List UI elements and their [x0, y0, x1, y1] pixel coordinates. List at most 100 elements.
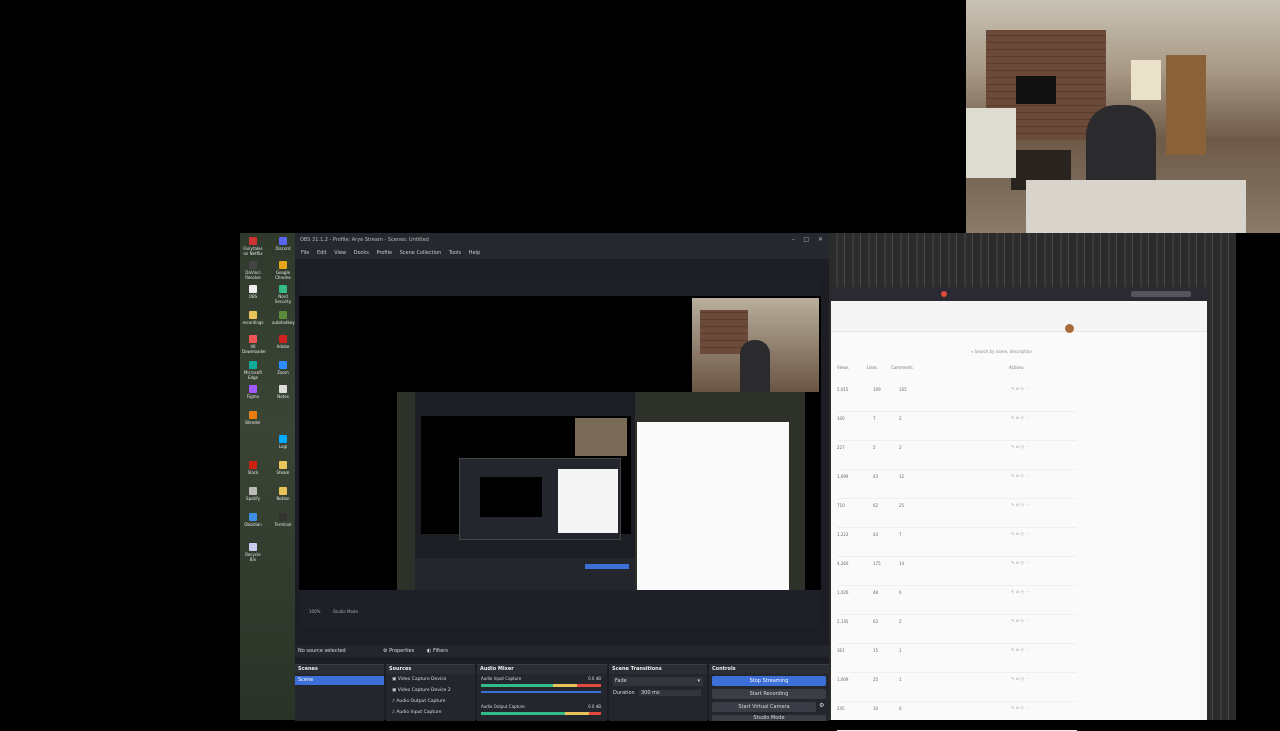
desktop-icon[interactable]: Notes	[272, 385, 294, 399]
table-row[interactable]: 245 10 0 ✎ ⊘ ◷ ⋯	[837, 702, 1077, 731]
menu-edit[interactable]: Edit	[317, 250, 327, 256]
duration-input[interactable]: 300 ms	[639, 690, 701, 696]
scene-transitions-dock: Scene Transitions Fade ▾ Duration 300 ms	[609, 664, 707, 721]
desktop-icons: Fairytales on Netflix Discord DaVinci Re…	[240, 233, 296, 720]
desktop-icon[interactable]: Figma	[242, 385, 264, 399]
scene-item[interactable]: Scene	[295, 676, 384, 685]
app-icon	[249, 411, 257, 419]
menu-help[interactable]: Help	[469, 250, 480, 256]
menu-scene-collection[interactable]: Scene Collection	[400, 250, 442, 256]
search-input[interactable]: ⌕ Search by name, description	[971, 349, 1091, 357]
table-cell: 1	[899, 648, 902, 653]
table-row[interactable]: 2,145 63 2 ✎ ⊘ ◷ ⋯	[837, 615, 1077, 644]
menu-profile[interactable]: Profile	[376, 250, 392, 256]
transition-select[interactable]: Fade ▾	[613, 677, 703, 686]
start-virtual-camera-button[interactable]: Start Virtual Camera	[712, 702, 816, 712]
row-actions[interactable]: ✎ ⊘ ◷ ⋯	[1011, 560, 1029, 565]
obs-preview[interactable]: 100% Studio Mode	[299, 278, 821, 628]
record-icon[interactable]	[941, 291, 947, 297]
menu-view[interactable]: View	[334, 250, 346, 256]
studio-mode-button[interactable]: Studio Mode	[712, 715, 826, 721]
table-row[interactable]: 100 7 2 ✎ ⊘ ◷ ⋯	[837, 412, 1077, 441]
row-actions[interactable]: ✎ ⊘ ◷ ⋯	[1011, 386, 1029, 391]
folder-icon	[279, 487, 287, 495]
table-row[interactable]: 1,223 43 7 ✎ ⊘ ◷ ⋯	[837, 528, 1077, 557]
desktop-icon[interactable]: Terminal	[272, 513, 294, 527]
table-row[interactable]: 361 15 1 ✎ ⊘ ◷ ⋯	[837, 644, 1077, 673]
source-item[interactable]: ♪ Audio Input Capture	[392, 707, 475, 718]
filters-button[interactable]: ◐ Filters	[427, 645, 448, 657]
table-row[interactable]: 1,026 48 6 ✎ ⊘ ◷ ⋯	[837, 586, 1077, 615]
table-row[interactable]: 5,015 109 105 ✎ ⊘ ◷ ⋯	[837, 383, 1077, 412]
desktop-icon[interactable]: Spotify	[242, 487, 264, 501]
desktop-icon[interactable]: Microsoft Edge	[242, 361, 264, 380]
row-actions[interactable]: ✎ ⊘ ◷ ⋯	[1011, 531, 1029, 536]
table-row[interactable]: 1,009 25 1 ✎ ⊘ ◷ ⋯	[837, 673, 1077, 702]
table-row[interactable]: 4,260 175 14 ✎ ⊘ ◷ ⋯	[837, 557, 1077, 586]
row-actions[interactable]: ✎ ⊘ ◷ ⋯	[1011, 589, 1029, 594]
desktop-icon[interactable]: Notion	[272, 487, 294, 501]
sources-list: ▣ Video Capture Device ▣ Video Capture D…	[386, 674, 475, 718]
row-actions[interactable]: ✎ ⊘ ◷ ⋯	[1011, 415, 1029, 420]
desktop-icon[interactable]: Recycle Bin	[242, 543, 264, 562]
desktop-icon[interactable]: 4K Downloader	[242, 335, 266, 354]
folder-icon	[249, 311, 257, 319]
desktop-icon[interactable]: Fairytales on Netflix	[242, 237, 264, 256]
row-actions[interactable]: ✎ ⊘ ◷ ⋯	[1011, 502, 1029, 507]
app-icon	[279, 335, 287, 343]
row-actions[interactable]: ✎ ⊘ ◷ ⋯	[1011, 618, 1029, 623]
maximize-icon[interactable]: □	[803, 233, 809, 247]
desktop-icon[interactable]: recordings	[242, 311, 264, 325]
row-actions[interactable]: ✎ ⊘ ◷ ⋯	[1011, 676, 1029, 681]
menu-docks[interactable]: Docks	[354, 250, 369, 256]
row-actions[interactable]: ✎ ⊘ ◷ ⋯	[1011, 647, 1029, 652]
desktop-icon[interactable]: Blender	[242, 411, 264, 425]
desktop-icon[interactable]: DaVinci Resolve	[242, 261, 264, 280]
desktop-icon[interactable]: Steam	[272, 461, 294, 475]
source-item[interactable]: ▣ Video Capture Device	[392, 674, 475, 685]
dock-title: Sources	[386, 665, 475, 674]
extension-icons[interactable]	[1131, 291, 1191, 297]
desktop-icon[interactable]: OBS	[242, 285, 264, 299]
desktop-icon[interactable]: Logi	[272, 435, 294, 449]
table-cell: 2	[899, 416, 902, 421]
table-cell: 48	[873, 590, 879, 595]
close-icon[interactable]: ✕	[818, 233, 823, 247]
menu-tools[interactable]: Tools	[449, 250, 461, 256]
row-actions[interactable]: ✎ ⊘ ◷ ⋯	[1011, 473, 1029, 478]
table-cell: 14	[899, 561, 905, 566]
desktop-icon[interactable]: Zoom	[272, 361, 294, 375]
desktop-icon[interactable]: Discord	[272, 237, 294, 251]
obs-titlebar: OBS 31.1.2 - Profile: Arye Stream - Scen…	[295, 233, 829, 247]
app-icon	[279, 385, 287, 393]
table-cell: 43	[873, 532, 879, 537]
desktop-icon[interactable]: Nord Security	[272, 285, 294, 304]
table-row[interactable]: 710 62 25 ✎ ⊘ ◷ ⋯	[837, 499, 1077, 528]
volume-slider[interactable]	[481, 691, 601, 693]
desktop-icon[interactable]: Adobe	[272, 335, 294, 349]
recycle-bin-icon	[249, 543, 257, 551]
avatar[interactable]	[1065, 324, 1074, 333]
source-item[interactable]: ♪ Audio Output Capture	[392, 696, 475, 707]
row-actions[interactable]: ✎ ⊘ ◷ ⋯	[1011, 705, 1029, 710]
app-icon	[249, 335, 257, 343]
table-cell: 2,145	[837, 619, 849, 624]
table-cell: 5	[873, 445, 876, 450]
desktop-icon[interactable]: Slack	[242, 461, 264, 475]
start-recording-button[interactable]: Start Recording	[712, 689, 826, 699]
volume-meter	[481, 712, 601, 715]
desktop-icon[interactable]: autohotkey	[272, 311, 295, 325]
table-cell: 15	[873, 648, 879, 653]
table-row[interactable]: 1,099 43 12 ✎ ⊘ ◷ ⋯	[837, 470, 1077, 499]
properties-button[interactable]: ⚙ Properties	[383, 645, 414, 657]
desktop-icon[interactable]: Obsidian	[242, 513, 264, 527]
stop-streaming-button[interactable]: Stop Streaming	[712, 676, 826, 686]
minimize-icon[interactable]: –	[792, 233, 795, 247]
source-item[interactable]: ▣ Video Capture Device 2	[392, 685, 475, 696]
table-row[interactable]: 227 5 2 ✎ ⊘ ◷ ⋯	[837, 441, 1077, 470]
menu-file[interactable]: File	[301, 250, 309, 256]
desktop-icon[interactable]: Google Chrome	[272, 261, 294, 280]
controls-dock: Controls Stop Streaming Start Recording …	[709, 664, 829, 721]
gear-icon[interactable]: ⚙	[819, 702, 824, 709]
row-actions[interactable]: ✎ ⊘ ◷ ⋯	[1011, 444, 1029, 449]
